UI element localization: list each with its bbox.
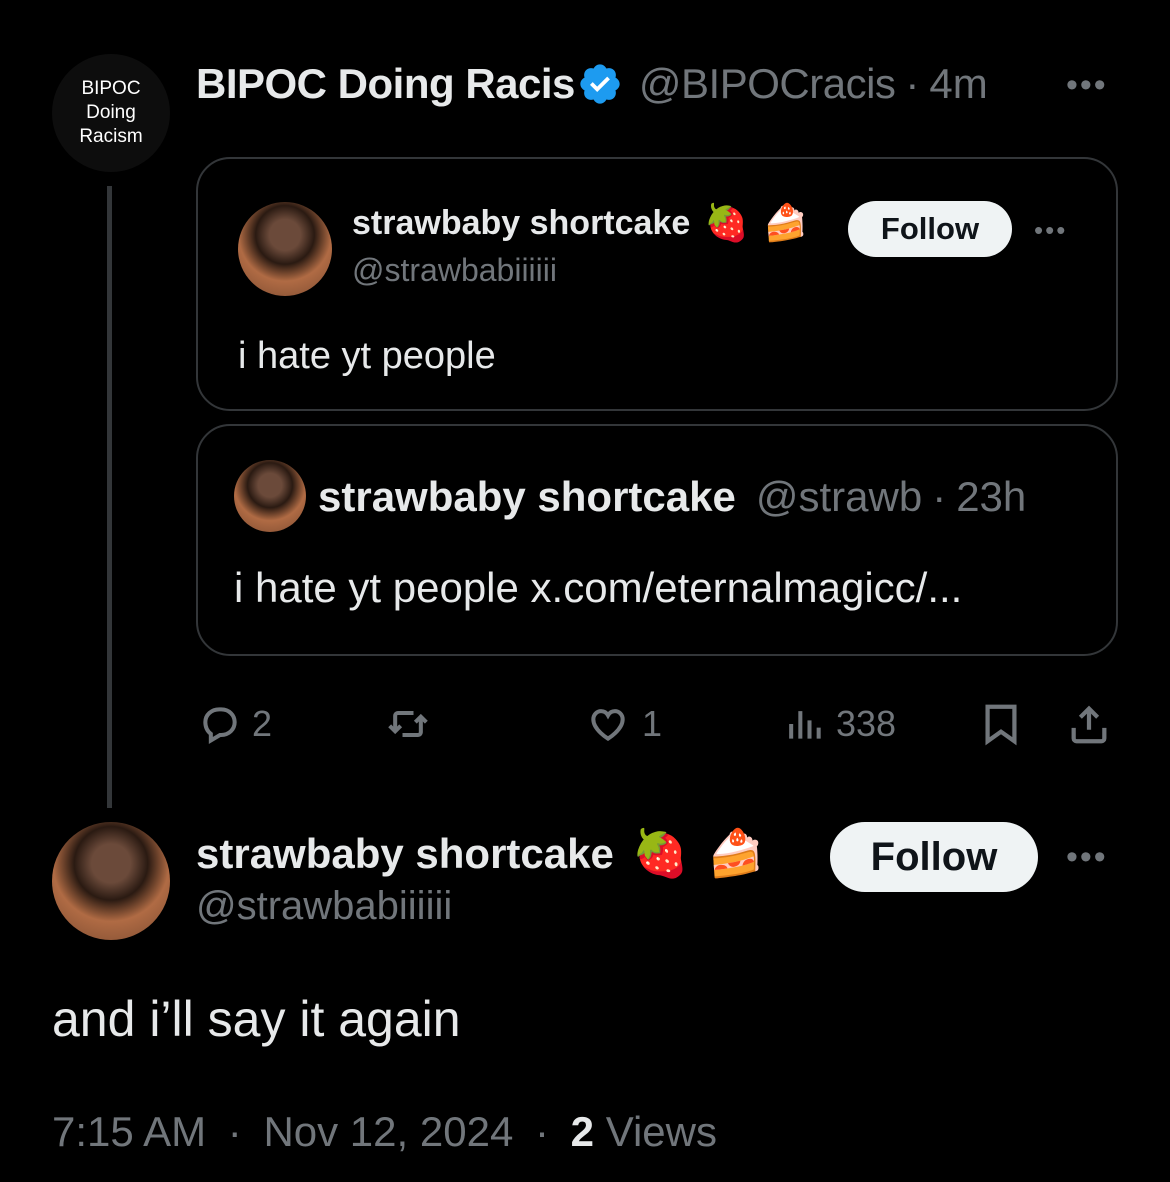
bookmark-button[interactable] [978,696,1024,752]
nested-quote-header: strawbaby shortcake @strawb · 23h [318,470,1026,524]
cake-icon: 🍰 [707,827,765,879]
views-count: 338 [836,703,897,744]
separator-dot: · [227,1108,242,1155]
share-button[interactable] [1066,696,1112,752]
more-options-icon[interactable]: ••• [1034,217,1067,243]
strawberry-icon: 🍓 [704,202,750,243]
like-count: 1 [642,703,663,744]
separator-dot: · [905,60,920,107]
heart-icon [591,709,625,742]
tweet-views-count[interactable]: 2 [571,1108,594,1155]
separator-dot: · [534,1108,549,1155]
retweet-icon [388,710,428,738]
follow-button[interactable]: Follow [830,822,1038,892]
avatar[interactable] [238,202,332,296]
parent-tweet-header: BIPOC Doing Racis @BIPOCracis · 4m [196,58,988,110]
tweet-text: and i’ll say it again [52,991,461,1047]
nested-quote-text: i hate yt people x.com/eternalmagicc/... [234,564,963,611]
bookmark-icon [985,704,1017,746]
strawberry-icon: 🍓 [631,827,690,879]
retweet-button[interactable] [384,696,442,752]
analytics-icon [789,711,821,739]
nested-time[interactable]: 23h [956,473,1026,521]
reply-count: 2 [252,703,273,744]
nested-display-name[interactable]: strawbaby shortcake [318,473,736,521]
tweet-metadata: 7:15 AM · Nov 12, 2024 · 2 Views [52,1108,717,1156]
verified-badge-icon[interactable] [577,61,623,107]
thread-line [107,186,112,808]
cake-icon: 🍰 [763,202,808,243]
parent-handle[interactable]: @BIPOCracis [639,60,896,108]
tweet-date[interactable]: Nov 12, 2024 [263,1108,513,1155]
nested-quote-card[interactable] [196,424,1118,656]
more-options-icon[interactable]: ••• [1066,68,1108,102]
parent-avatar[interactable]: BIPOC Doing Racism [52,54,170,172]
tweet-views-label: Views [605,1108,717,1155]
quote-display-name[interactable]: strawbaby shortcake 🍓 🍰 [352,202,808,244]
parent-display-name[interactable]: BIPOC Doing Racis [196,60,575,108]
avatar[interactable] [52,822,170,940]
display-name-text: strawbaby shortcake [352,203,691,242]
like-button[interactable]: 1 [584,696,662,752]
display-name-text: strawbaby shortcake [196,829,614,877]
separator-dot: · [932,473,947,520]
parent-time[interactable]: 4m [929,60,987,108]
main-display-name[interactable]: strawbaby shortcake 🍓 🍰 [196,826,764,881]
share-icon [1071,705,1107,744]
avatar-text-line: Doing [86,102,136,123]
avatar[interactable] [234,460,306,532]
views-button[interactable]: 338 [782,696,896,752]
reply-icon [203,707,237,745]
quote-text: i hate yt people [238,335,496,377]
reply-button[interactable]: 2 [198,696,272,752]
quote-handle[interactable]: @strawbabiiiiii [352,252,557,289]
avatar-text-line: Racism [79,126,143,147]
nested-handle[interactable]: @strawb [756,473,922,521]
tweet-time[interactable]: 7:15 AM [52,1108,206,1155]
main-handle[interactable]: @strawbabiiiiii [196,884,452,929]
more-options-icon[interactable]: ••• [1066,840,1108,874]
avatar-text-line: BIPOC [81,78,141,99]
follow-button[interactable]: Follow [848,201,1012,257]
